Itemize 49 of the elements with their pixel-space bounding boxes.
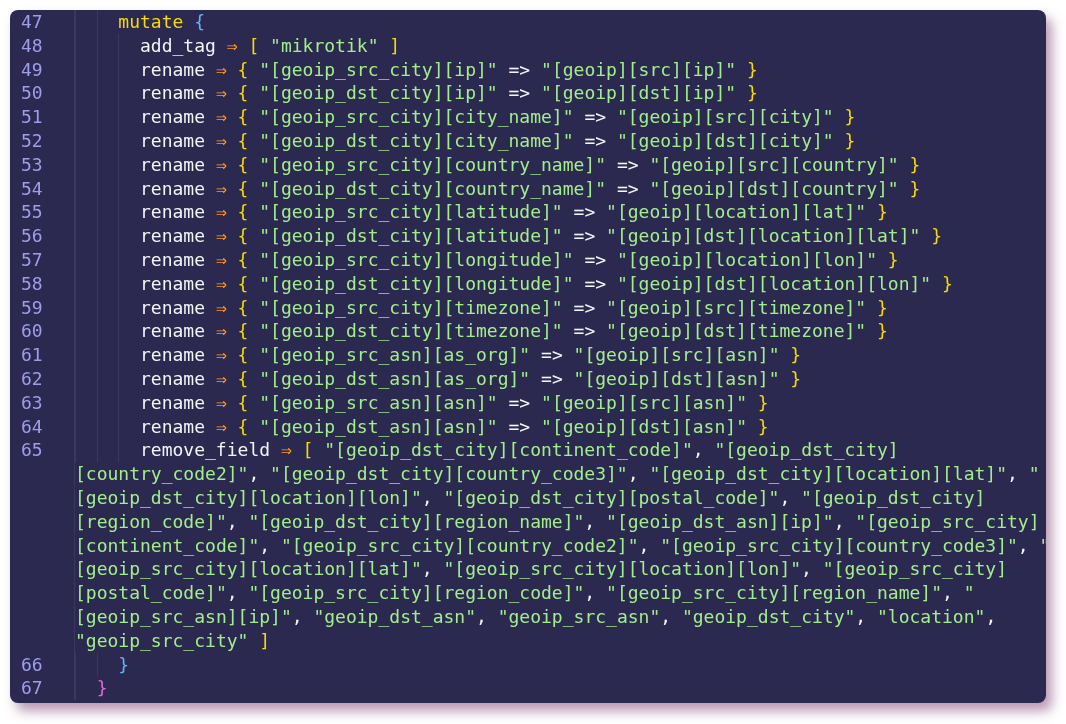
line-number: 61 <box>21 343 43 367</box>
code-line: rename ⇒ { "[geoip_dst_asn][asn]" => "[geoip][dst][asn]" } <box>140 414 769 439</box>
code-line: [geoip_dst_city][location][lon]", "[geoip_dst_city][postal_code]", "[geoip_dst_city] <box>75 485 986 510</box>
line-number: 58 <box>21 271 43 296</box>
line-number: 48 <box>21 33 43 58</box>
line-number: 53 <box>21 152 43 177</box>
code-line: remove_field ⇒ [ "[geoip_dst_city][continent_code]", "[geoip_dst_city] <box>140 438 899 463</box>
line-number: 65 <box>21 438 43 463</box>
line-number: 50 <box>21 81 43 106</box>
code-line: rename ⇒ { "[geoip_dst_city][latitude]" => "[geoip][dst][location][lat]" } <box>140 224 943 248</box>
line-number: 66 <box>21 652 43 677</box>
line-number: 56 <box>21 224 43 248</box>
line-number: 63 <box>21 390 43 415</box>
code-line: [country_code2]", "[geoip_dst_city][country_code3]", "[geoip_dst_city][location][lat]", " <box>75 462 1040 486</box>
code-line: [geoip_src_city][location][lat]", "[geoip_src_city][location][lon]", "[geoip_src_city] <box>75 557 1007 582</box>
code-line: rename ⇒ { "[geoip_src_asn][asn]" => "[geoip][src][asn]" } <box>140 390 769 415</box>
code-line: [postal_code]", "[geoip_src_city][region_code]", "[geoip_src_city][region_name]", " <box>75 581 975 605</box>
code-line: } <box>96 676 108 701</box>
line-number: 64 <box>21 414 43 439</box>
line-number: 55 <box>21 200 43 225</box>
code-line: rename ⇒ { "[geoip_src_city][ip]" => "[geoip][src][ip]" } <box>140 57 758 82</box>
line-number: 49 <box>21 57 43 82</box>
code-line: rename ⇒ { "[geoip_src_asn][as_org]" => "[geoip][src][asn]" } <box>140 343 802 367</box>
code-line: rename ⇒ { "[geoip_src_city][longitude]" => "[geoip][location][lon]" } <box>140 247 899 272</box>
line-number: 60 <box>21 319 43 344</box>
line-number: 51 <box>21 105 43 129</box>
code-line: rename ⇒ { "[geoip_dst_city][ip]" => "[geoip][dst][ip]" } <box>140 81 758 106</box>
code-line: rename ⇒ { "[geoip_src_city][latitude]" => "[geoip][location][lat]" } <box>140 200 888 225</box>
code-line: rename ⇒ { "[geoip_dst_city][city_name]" => "[geoip][dst][city]" } <box>140 129 856 153</box>
line-number: 62 <box>21 366 43 391</box>
code-line: rename ⇒ { "[geoip_dst_city][country_name]" => "[geoip][dst][country]" } <box>140 176 921 201</box>
code-line: [geoip_src_asn][ip]", "geoip_dst_asn", "geoip_src_asn", "geoip_dst_city", "location", <box>75 604 997 629</box>
code-line: rename ⇒ { "[geoip_src_city][country_name]" => "[geoip][src][country]" } <box>140 152 921 177</box>
code-line: [region_code]", "[geoip_dst_city][region_name]", "[geoip_dst_asn][ip]", "[geoip_src_city] <box>75 509 1040 534</box>
code-line: mutate { <box>118 10 206 34</box>
code-line: rename ⇒ { "[geoip_src_city][timezone]" => "[geoip][src][timezone]" } <box>140 295 888 320</box>
line-number: 57 <box>21 247 43 272</box>
line-number: 54 <box>21 176 43 201</box>
line-number: 47 <box>21 10 43 34</box>
code-line: rename ⇒ { "[geoip_dst_city][longitude]" => "[geoip][dst][location][lon]" } <box>140 271 953 296</box>
code-line: rename ⇒ { "[geoip_dst_asn][as_org]" => "[geoip][dst][asn]" } <box>140 366 802 391</box>
code-line: rename ⇒ { "[geoip_dst_city][timezone]" => "[geoip][dst][timezone]" } <box>140 319 888 344</box>
code-line: "geoip_src_city" ] <box>75 628 271 653</box>
line-number: 67 <box>21 676 43 701</box>
code-line: add_tag ⇒ [ "mikrotik" ] <box>140 33 401 58</box>
code-line: } <box>118 652 130 677</box>
line-number: 52 <box>21 129 43 153</box>
code-line: rename ⇒ { "[geoip_src_city][city_name]" => "[geoip][src][city]" } <box>140 105 856 129</box>
line-number: 59 <box>21 295 43 320</box>
